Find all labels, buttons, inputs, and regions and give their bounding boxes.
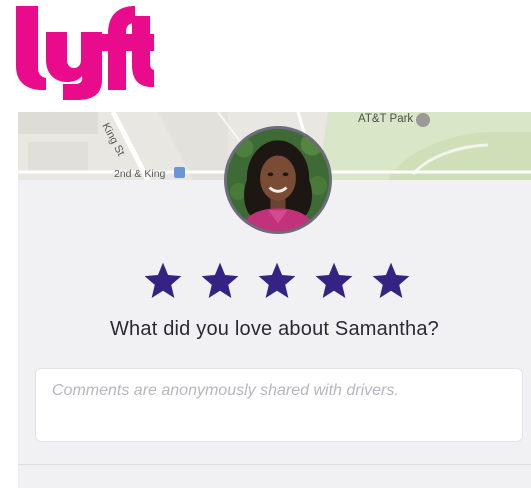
lyft-logo (12, 4, 154, 102)
star-3-icon[interactable] (256, 260, 298, 302)
map-label-second-and-king: 2nd & King (114, 168, 166, 180)
rating-card: AT&T Park King St 2nd & King What did yo… (18, 112, 531, 488)
transit-icon (174, 167, 185, 178)
feedback-prompt: What did you love about Samantha? (109, 318, 440, 340)
driver-avatar (224, 126, 332, 234)
map-label-att-park: AT&T Park (358, 113, 414, 125)
star-2-icon[interactable] (199, 260, 241, 302)
comment-input[interactable] (35, 368, 523, 442)
star-5-icon[interactable] (370, 260, 412, 302)
star-4-icon[interactable] (313, 260, 355, 302)
divider (18, 464, 531, 465)
star-rating (142, 260, 412, 302)
star-1-icon[interactable] (142, 260, 184, 302)
ballpark-icon (416, 113, 430, 127)
